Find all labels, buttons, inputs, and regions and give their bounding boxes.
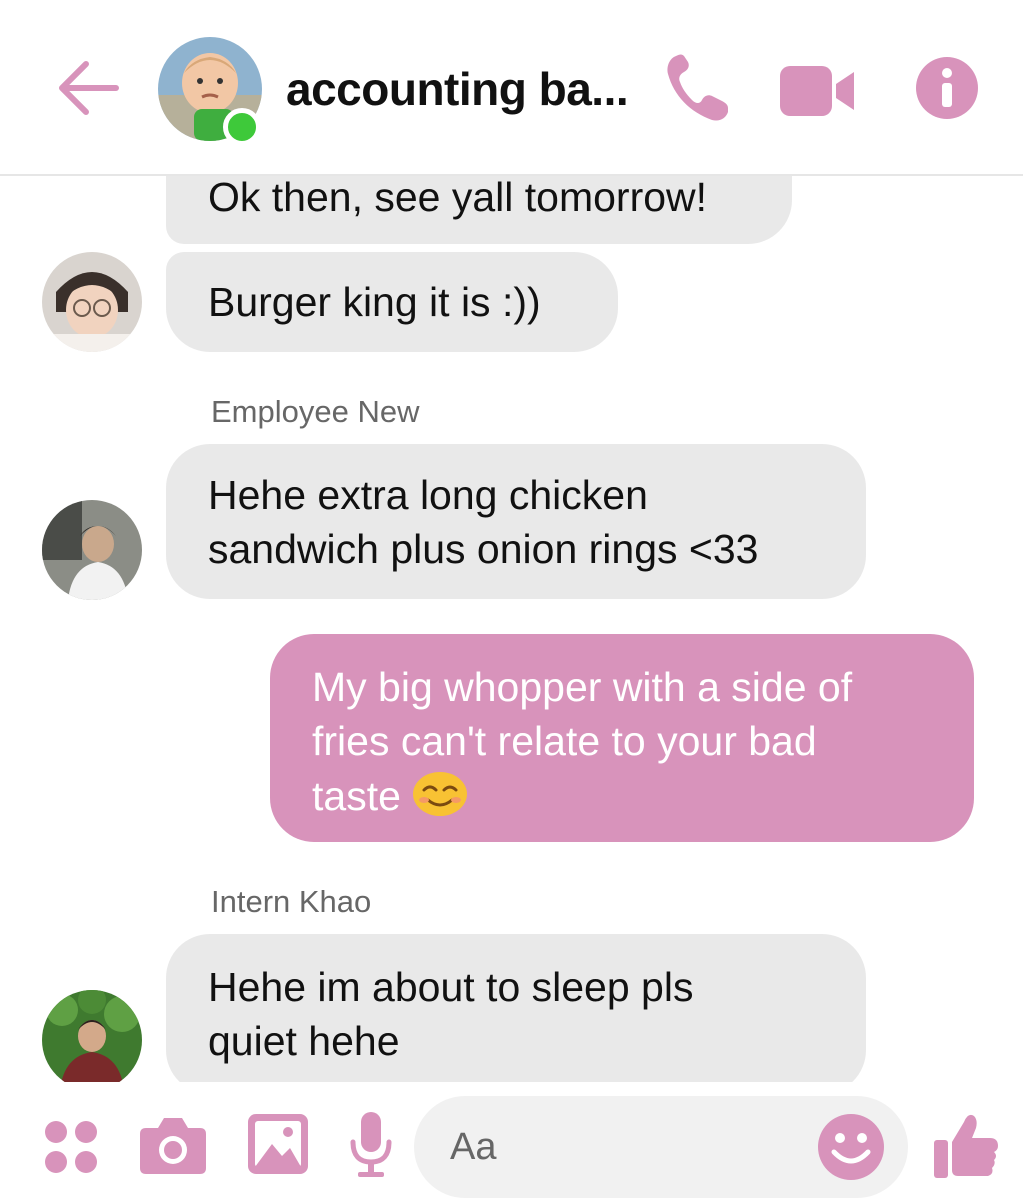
sender-name: Intern Khao xyxy=(211,884,372,919)
chat-title[interactable]: accounting ba... xyxy=(286,62,629,116)
message-text-line: Hehe im about to sleep pls xyxy=(208,964,694,1010)
message-text: Ok then, see yall tomorrow! xyxy=(208,174,708,220)
message-bubble[interactable]: Hehe im about to sleep pls quiet hehe xyxy=(166,934,866,1094)
back-arrow-icon[interactable] xyxy=(56,58,120,118)
outgoing-message-bubble[interactable]: My big whopper with a side of fries can'… xyxy=(270,634,974,842)
info-icon[interactable] xyxy=(916,57,978,119)
message-text-line: My big whopper with a side of xyxy=(312,664,853,710)
message-composer: Aa xyxy=(0,1082,1023,1200)
apps-icon[interactable] xyxy=(44,1120,98,1174)
message-bubble[interactable]: Hehe extra long chicken sandwich plus on… xyxy=(166,444,866,599)
avatar[interactable] xyxy=(42,252,142,352)
message-text: Burger king it is :)) xyxy=(208,279,541,325)
phone-icon[interactable] xyxy=(664,52,730,124)
message-input[interactable]: Aa xyxy=(414,1096,908,1198)
message-text-line: taste xyxy=(312,773,401,819)
message-text-line: fries can't relate to your bad xyxy=(312,718,817,764)
emoji-icon[interactable] xyxy=(818,1114,884,1180)
online-status-indicator xyxy=(223,108,261,146)
message-bubble[interactable]: Burger king it is :)) xyxy=(166,252,618,352)
avatar[interactable] xyxy=(42,990,142,1090)
message-text-line: sandwich plus onion rings <33 xyxy=(208,526,759,572)
avatar[interactable] xyxy=(42,500,142,600)
gallery-icon[interactable] xyxy=(248,1114,308,1174)
microphone-icon[interactable] xyxy=(350,1112,392,1178)
message-text-line: quiet hehe xyxy=(208,1018,400,1064)
thumbs-up-icon[interactable] xyxy=(934,1112,998,1178)
smiling-face-emoji-icon xyxy=(413,772,468,816)
sender-name: Employee New xyxy=(211,394,420,429)
camera-icon[interactable] xyxy=(140,1116,206,1174)
chat-header: accounting ba... xyxy=(0,0,1023,176)
video-camera-icon[interactable] xyxy=(780,66,854,116)
message-text-line: Hehe extra long chicken xyxy=(208,472,648,518)
message-input-placeholder: Aa xyxy=(450,1126,497,1168)
